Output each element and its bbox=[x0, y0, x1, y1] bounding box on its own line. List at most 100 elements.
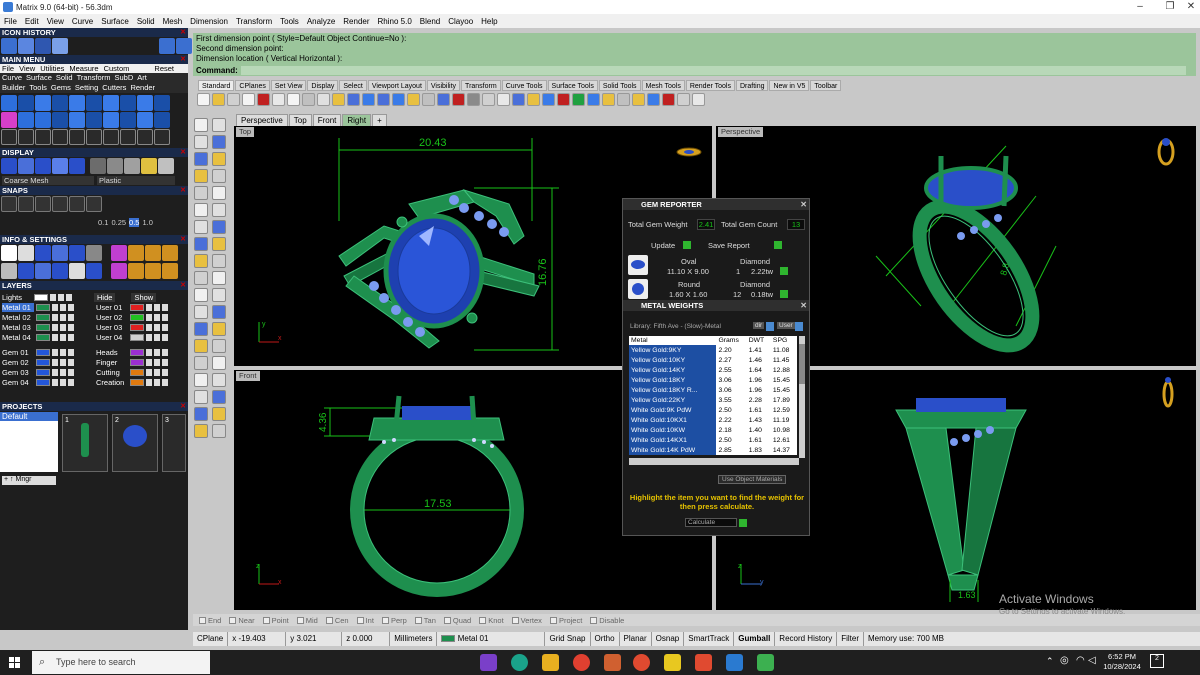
gem-select-icon[interactable] bbox=[780, 267, 788, 275]
checkbox-icon[interactable] bbox=[199, 616, 206, 624]
tool-icon[interactable] bbox=[35, 112, 51, 128]
table-scrollbar[interactable] bbox=[799, 336, 805, 458]
menu-view[interactable]: View bbox=[43, 17, 68, 26]
snap-icon[interactable] bbox=[1, 196, 17, 212]
history-icon[interactable] bbox=[35, 38, 51, 54]
toolbar-tab[interactable]: Toolbar bbox=[810, 80, 842, 91]
toolbar-icon[interactable] bbox=[542, 93, 555, 106]
tool-icon[interactable] bbox=[194, 373, 208, 387]
settings-icon[interactable] bbox=[18, 245, 34, 261]
table-row[interactable]: White Gold:14K PdW 2.85 1.83 14.37 bbox=[629, 445, 797, 455]
layer-color[interactable] bbox=[36, 324, 50, 331]
snap-icon[interactable] bbox=[35, 196, 51, 212]
layer-toggle[interactable] bbox=[162, 304, 168, 311]
tool-icon[interactable] bbox=[212, 203, 226, 217]
tool-icon[interactable] bbox=[103, 112, 119, 128]
brave-icon[interactable] bbox=[695, 654, 712, 671]
table-row[interactable]: Yellow Gold:10KY 2.27 1.46 11.45 bbox=[629, 355, 797, 365]
layer-toggle[interactable] bbox=[60, 359, 66, 366]
layer-toggle[interactable] bbox=[154, 304, 160, 311]
table-hscrollbar[interactable] bbox=[629, 458, 799, 465]
tool-icon[interactable] bbox=[69, 112, 85, 128]
table-row[interactable]: White Gold:14KX1 2.50 1.61 12.61 bbox=[629, 435, 797, 445]
menu-rhino5[interactable]: Rhino 5.0 bbox=[374, 17, 416, 26]
ortho-toggle[interactable]: Ortho bbox=[591, 632, 620, 646]
tool-icon[interactable] bbox=[69, 95, 85, 111]
layer-toggle[interactable] bbox=[52, 304, 58, 311]
layer-color[interactable] bbox=[130, 379, 144, 386]
main-menu-utilities[interactable]: Utilities bbox=[40, 64, 64, 73]
tool-icon[interactable] bbox=[212, 373, 226, 387]
grid-snap-toggle[interactable]: Grid Snap bbox=[545, 632, 591, 646]
show-button[interactable]: Show bbox=[131, 293, 157, 302]
layer-toggle[interactable] bbox=[66, 294, 72, 301]
tray-chevron-icon[interactable]: ⌃ bbox=[1046, 656, 1054, 667]
checkbox-icon[interactable] bbox=[443, 616, 451, 624]
layer-row[interactable]: Gem 01 bbox=[2, 348, 74, 357]
tool-icon[interactable] bbox=[52, 112, 68, 128]
osnap-option[interactable]: End bbox=[199, 616, 221, 625]
tool-icon[interactable] bbox=[137, 129, 153, 145]
layer-toggle[interactable] bbox=[68, 324, 74, 331]
layer-toggle[interactable] bbox=[60, 304, 66, 311]
layer-toggle[interactable] bbox=[52, 349, 58, 356]
tool-icon[interactable] bbox=[212, 169, 226, 183]
main-menu-transform[interactable]: Transform bbox=[77, 73, 111, 83]
volume-icon[interactable]: ◁ bbox=[1088, 655, 1096, 666]
toolbar-tab[interactable]: Render Tools bbox=[685, 80, 735, 91]
layer-color[interactable] bbox=[36, 304, 50, 311]
toolbar-icon[interactable] bbox=[452, 93, 465, 106]
toolbar-icon[interactable] bbox=[422, 93, 435, 106]
tool-icon[interactable] bbox=[103, 95, 119, 111]
layer-color[interactable] bbox=[130, 349, 144, 356]
tool-icon[interactable] bbox=[194, 186, 208, 200]
layer-name[interactable]: Finger bbox=[96, 358, 128, 367]
tool-icon[interactable] bbox=[212, 305, 226, 319]
display-mode-icon[interactable] bbox=[35, 158, 51, 174]
settings-icon[interactable] bbox=[162, 263, 178, 279]
update-go-icon[interactable] bbox=[683, 241, 691, 249]
hide-button[interactable]: Hide bbox=[94, 293, 116, 302]
material-dropdown[interactable]: Plastic bbox=[97, 176, 175, 185]
menu-edit[interactable]: Edit bbox=[21, 17, 43, 26]
table-row[interactable]: Yellow Gold:18KY R... 3.06 1.96 15.45 bbox=[629, 385, 797, 395]
settings-icon[interactable] bbox=[145, 245, 161, 261]
layer-color[interactable] bbox=[36, 314, 50, 321]
tool-icon[interactable] bbox=[194, 118, 208, 132]
settings-icon[interactable] bbox=[69, 263, 85, 279]
filter-toggle[interactable]: Filter bbox=[837, 632, 864, 646]
main-menu-builder[interactable]: Builder bbox=[2, 83, 25, 93]
layer-row[interactable]: Cutting bbox=[96, 368, 168, 377]
layer-toggle[interactable] bbox=[52, 324, 58, 331]
toolbar-icon[interactable] bbox=[602, 93, 615, 106]
osnap-option[interactable]: Knot bbox=[479, 616, 504, 625]
osnap-option[interactable]: Near bbox=[229, 616, 255, 625]
menu-mesh[interactable]: Mesh bbox=[159, 17, 187, 26]
tool-icon[interactable] bbox=[212, 135, 226, 149]
onenote-icon[interactable] bbox=[480, 654, 497, 671]
layer-name[interactable]: User 04 bbox=[96, 333, 128, 342]
tool-icon[interactable] bbox=[212, 237, 226, 251]
menu-analyze[interactable]: Analyze bbox=[303, 17, 339, 26]
table-row[interactable]: White Gold:10KX1 2.22 1.43 11.19 bbox=[629, 415, 797, 425]
layer-color[interactable] bbox=[130, 369, 144, 376]
toolbar-icon[interactable] bbox=[317, 93, 330, 106]
toolbar-tab[interactable]: Drafting bbox=[735, 80, 769, 91]
close-button[interactable]: ✕ bbox=[1176, 0, 1200, 14]
toolbar-icon[interactable] bbox=[392, 93, 405, 106]
menu-solid[interactable]: Solid bbox=[133, 17, 159, 26]
layer-toggle[interactable] bbox=[50, 294, 56, 301]
toolbar-icon[interactable] bbox=[407, 93, 420, 106]
osnap-toggle[interactable]: Osnap bbox=[652, 632, 685, 646]
layer-color[interactable] bbox=[36, 359, 50, 366]
settings-icon[interactable] bbox=[145, 263, 161, 279]
toolbar-icon[interactable] bbox=[617, 93, 630, 106]
layer-toggle[interactable] bbox=[162, 334, 168, 341]
tool-icon[interactable] bbox=[194, 356, 208, 370]
toolbar-icon[interactable] bbox=[377, 93, 390, 106]
settings-icon[interactable] bbox=[35, 263, 51, 279]
layer-toggle[interactable] bbox=[52, 334, 58, 341]
layer-toggle[interactable] bbox=[162, 349, 168, 356]
command-input[interactable] bbox=[241, 66, 1186, 75]
layer-toggle[interactable] bbox=[60, 349, 66, 356]
